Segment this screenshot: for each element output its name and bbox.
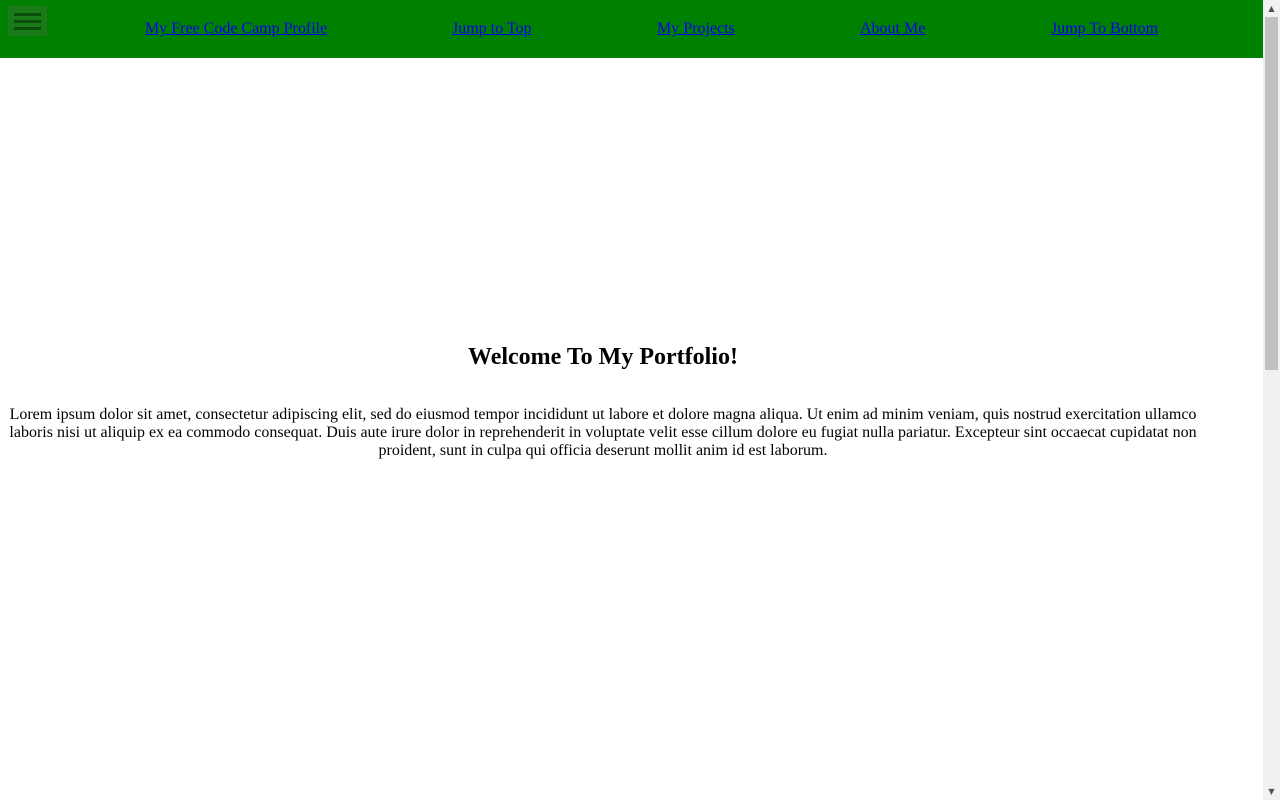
page: My Free Code Camp Profile Jump to Top My…	[0, 0, 1263, 800]
hamburger-menu-icon-bar	[14, 20, 41, 23]
nav-link-jump-to-top[interactable]: Jump to Top	[452, 19, 531, 39]
intro-paragraph: Lorem ipsum dolor sit amet, consectetur …	[9, 406, 1197, 459]
nav-link-about-me[interactable]: About Me	[860, 19, 925, 39]
page-title: Welcome To My Portfolio!	[468, 344, 738, 370]
nav-link-jump-to-bottom[interactable]: Jump To Bottom	[1051, 19, 1158, 39]
hamburger-menu-icon	[14, 13, 41, 16]
hamburger-menu-button[interactable]	[8, 6, 47, 36]
scroll-down-arrow-icon[interactable]: ▼	[1263, 783, 1280, 800]
scroll-up-arrow-icon[interactable]: ▲	[1263, 0, 1280, 17]
nav-link-freecodecamp-profile[interactable]: My Free Code Camp Profile	[145, 19, 327, 39]
top-navbar: My Free Code Camp Profile Jump to Top My…	[0, 0, 1263, 58]
scrollbar-thumb[interactable]	[1265, 17, 1278, 370]
vertical-scrollbar[interactable]: ▲ ▼	[1263, 0, 1280, 800]
hamburger-menu-icon-bar	[14, 27, 41, 30]
nav-link-my-projects[interactable]: My Projects	[657, 19, 735, 39]
